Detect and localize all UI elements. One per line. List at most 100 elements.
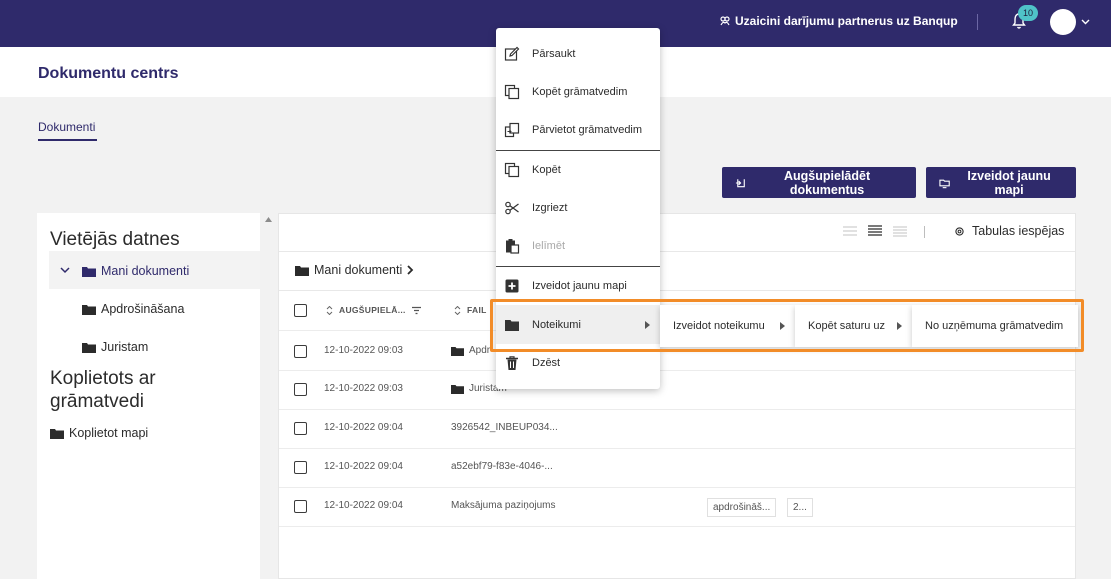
- move-icon: [504, 122, 520, 138]
- copy-icon: [504, 162, 520, 178]
- row-name: 3926542_INBEUP034...: [451, 422, 558, 433]
- row-checkbox[interactable]: [294, 422, 307, 435]
- edit-icon: [504, 46, 520, 61]
- sort-icon: [454, 305, 461, 315]
- upload-label: Augšupielādēt dokumentus: [784, 168, 871, 197]
- table-row[interactable]: a52ebf79-f83e-4046-...: [451, 461, 553, 472]
- row-checkbox[interactable]: [294, 345, 307, 358]
- chevron-right-icon: [407, 265, 414, 275]
- tab-active-indicator: [38, 139, 97, 141]
- invite-text: Uzaicini darījumu partnerus uz Banqup: [735, 14, 958, 28]
- tree-item-shared-folders[interactable]: Koplietot mapi: [50, 426, 148, 440]
- menu-item-copy[interactable]: Kopēt: [496, 151, 660, 189]
- trash-icon: [506, 356, 518, 370]
- scroll-up-arrow-icon[interactable]: [265, 217, 272, 222]
- column-header-uploaded[interactable]: AUGŠUPIELĀ...: [326, 305, 421, 315]
- table-options-label: Tabulas iespējas: [972, 224, 1065, 238]
- scissors-icon: [505, 201, 519, 215]
- menu-item-label: Izgriezt: [532, 202, 568, 214]
- menu-item-copy-to-accountant[interactable]: Kopēt grāmatvedim: [496, 73, 660, 111]
- copy-icon: [504, 84, 520, 100]
- gear-icon: [955, 226, 964, 236]
- row-name: Apdr: [469, 345, 491, 356]
- tree-item-lawyer[interactable]: Juristam: [82, 340, 148, 354]
- folder-icon: [82, 342, 96, 353]
- folder-icon: [295, 265, 309, 276]
- select-all-checkbox[interactable]: [294, 304, 307, 317]
- chevron-down-icon[interactable]: [60, 267, 70, 274]
- row-checkbox[interactable]: [294, 461, 307, 474]
- list-view-icon[interactable]: [843, 225, 857, 237]
- toolbar-divider: [924, 226, 925, 238]
- tree-item-label: Mani dokumenti: [101, 264, 190, 278]
- row-name: Maksājuma paziņojums: [451, 500, 556, 511]
- create-folder-label: Izveidot jaunu mapi: [967, 168, 1051, 197]
- page-title: Dokumentu centrs: [38, 65, 179, 82]
- tree-item-label: Apdrošināšana: [101, 302, 185, 316]
- row-date: 12-10-2022 09:04: [324, 461, 403, 472]
- new-folder-icon: [939, 179, 950, 188]
- handshake-icon: [720, 16, 730, 26]
- tag-badge[interactable]: 2...: [787, 498, 813, 517]
- column-header-file[interactable]: FAIL: [454, 305, 487, 315]
- breadcrumb-label: Mani dokumenti: [314, 263, 403, 277]
- upload-documents-button[interactable]: Augšupielādēt dokumentus: [722, 167, 916, 198]
- menu-item-paste: Ielīmēt: [496, 227, 660, 265]
- menu-item-rename[interactable]: Pārsaukt: [496, 35, 660, 73]
- menu-item-move-to-accountant[interactable]: Pārvietot grāmatvedim: [496, 111, 660, 149]
- menu-item-label: Kopēt: [532, 164, 561, 176]
- compact-list-view-icon[interactable]: [868, 225, 882, 237]
- invite-partners-link[interactable]: Uzaicini darījumu partnerus uz Banqup: [720, 14, 958, 28]
- menu-item-label: Dzēst: [532, 357, 561, 369]
- menu-item-label: Pārvietot grāmatvedim: [532, 124, 643, 136]
- notification-badge: 10: [1018, 5, 1038, 21]
- dense-list-view-icon[interactable]: [893, 225, 907, 237]
- topbar-divider: [977, 14, 978, 30]
- sort-icon: [326, 305, 333, 315]
- row-divider: [279, 526, 1075, 527]
- create-folder-button[interactable]: Izveidot jaunu mapi: [926, 167, 1076, 198]
- column-header-label: AUGŠUPIELĀ...: [339, 305, 406, 315]
- folder-icon: [82, 266, 96, 277]
- row-date: 12-10-2022 09:03: [324, 345, 403, 356]
- tag-badge[interactable]: apdrošināš...: [707, 498, 777, 517]
- tree-item-label: Koplietot mapi: [69, 426, 149, 440]
- highlight-annotation-box: [490, 299, 1084, 352]
- table-options-button[interactable]: Tabulas iespējas: [954, 224, 1064, 238]
- row-date: 12-10-2022 09:04: [324, 500, 403, 511]
- table-row[interactable]: 3926542_INBEUP034...: [451, 422, 558, 433]
- row-divider: [279, 448, 1075, 449]
- tree-item-insurance[interactable]: Apdrošināšana: [82, 302, 184, 316]
- panel-divider: [279, 290, 1075, 291]
- breadcrumb[interactable]: Mani dokumenti: [295, 263, 414, 277]
- folder-icon: [451, 346, 464, 356]
- table-row[interactable]: Maksājuma paziņojums: [451, 500, 556, 511]
- plus-square-icon: [505, 279, 519, 293]
- table-row[interactable]: Apdr: [451, 345, 490, 356]
- row-divider: [279, 409, 1075, 410]
- menu-item-label: Ielīmēt: [532, 240, 566, 252]
- avatar[interactable]: [1050, 9, 1076, 35]
- upload-icon: [735, 178, 745, 187]
- tree-item-my-documents[interactable]: Mani dokumenti: [82, 264, 189, 278]
- menu-item-label: Izveidot jaunu mapi: [532, 280, 627, 292]
- filter-icon[interactable]: [411, 306, 421, 315]
- local-files-title: Vietējās datnes: [50, 229, 180, 250]
- row-date: 12-10-2022 09:04: [324, 422, 403, 433]
- menu-item-label: Pārsaukt: [532, 48, 576, 60]
- row-checkbox[interactable]: [294, 500, 307, 513]
- tree-item-label: Juristam: [101, 340, 149, 354]
- row-divider: [279, 370, 1075, 371]
- row-name: a52ebf79-f83e-4046-...: [451, 461, 553, 472]
- view-mode-switcher: [843, 225, 907, 237]
- menu-item-label: Kopēt grāmatvedim: [532, 86, 628, 98]
- chevron-down-icon[interactable]: [1081, 18, 1090, 25]
- tab-documents[interactable]: Dokumenti: [38, 120, 95, 134]
- row-checkbox[interactable]: [294, 383, 307, 396]
- shared-with-accountant-title: Koplietots ar grāmatvedi: [50, 368, 156, 412]
- menu-item-cut[interactable]: Izgriezt: [496, 189, 660, 227]
- folder-icon: [50, 428, 64, 439]
- row-date: 12-10-2022 09:03: [324, 383, 403, 394]
- panel-divider: [279, 251, 1075, 252]
- folder-icon: [82, 304, 96, 315]
